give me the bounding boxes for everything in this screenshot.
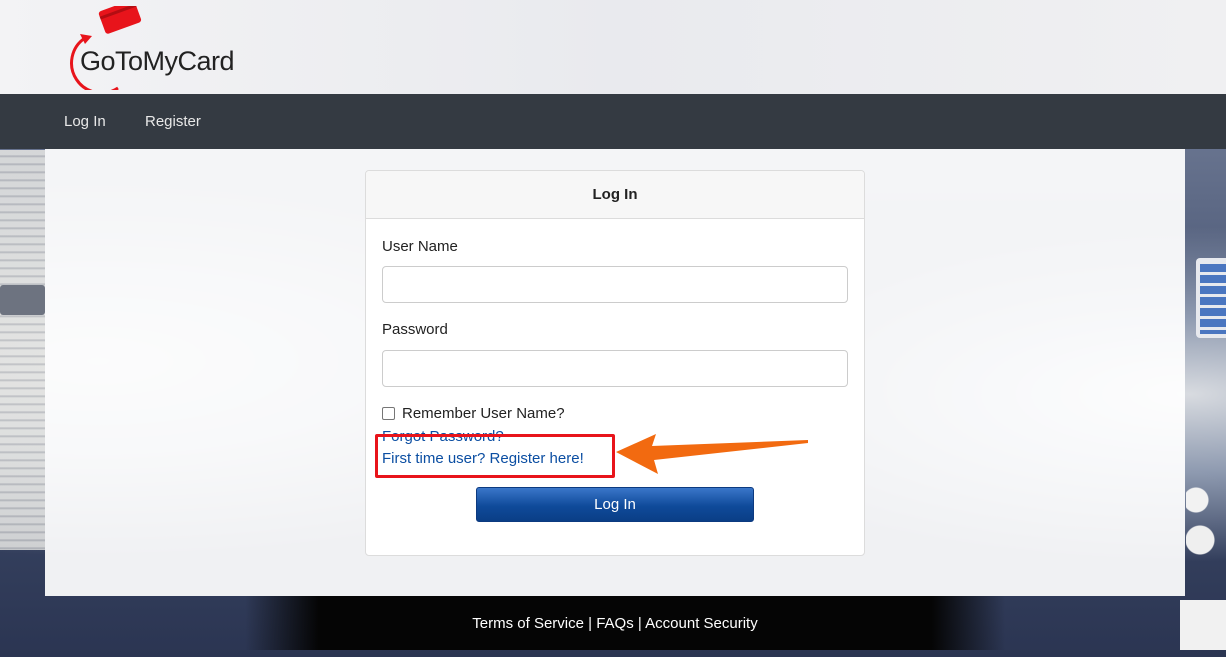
annotation-highlight-box xyxy=(375,434,615,478)
background-keyboard xyxy=(1200,264,1226,334)
login-card: Log In User Name Password Remember User … xyxy=(365,170,865,556)
background-document xyxy=(0,150,45,550)
footer-separator: | xyxy=(588,615,593,632)
footer-separator: | xyxy=(637,615,642,632)
login-card-title: Log In xyxy=(366,171,864,219)
login-submit-button[interactable]: Log In xyxy=(476,487,754,522)
footer-terms-link[interactable]: Terms of Service xyxy=(472,615,584,632)
top-navbar: Log In Register xyxy=(0,94,1226,149)
site-header: GoToMyCard xyxy=(0,0,1226,95)
remember-username-checkbox[interactable] xyxy=(382,407,395,420)
footer-links: Terms of Service | FAQs | Account Securi… xyxy=(0,615,1226,632)
footer-faqs-link[interactable]: FAQs xyxy=(596,615,634,632)
brand-logo[interactable]: GoToMyCard xyxy=(58,0,248,95)
password-input[interactable] xyxy=(382,350,848,387)
nav-register-link[interactable]: Register xyxy=(145,113,201,130)
username-label: User Name xyxy=(382,238,458,255)
site-footer: Terms of Service | FAQs | Account Securi… xyxy=(0,596,1226,650)
remember-username-label: Remember User Name? xyxy=(402,405,565,422)
brand-name: GoToMyCard xyxy=(80,46,235,76)
password-label: Password xyxy=(382,321,448,338)
footer-account-security-link[interactable]: Account Security xyxy=(645,615,758,632)
username-input[interactable] xyxy=(382,266,848,303)
background-rolls xyxy=(1186,480,1226,570)
remember-username-row: Remember User Name? xyxy=(382,405,565,422)
background-clipboard xyxy=(0,285,45,315)
nav-login-link[interactable]: Log In xyxy=(64,113,106,130)
annotation-arrow-icon xyxy=(616,434,808,474)
